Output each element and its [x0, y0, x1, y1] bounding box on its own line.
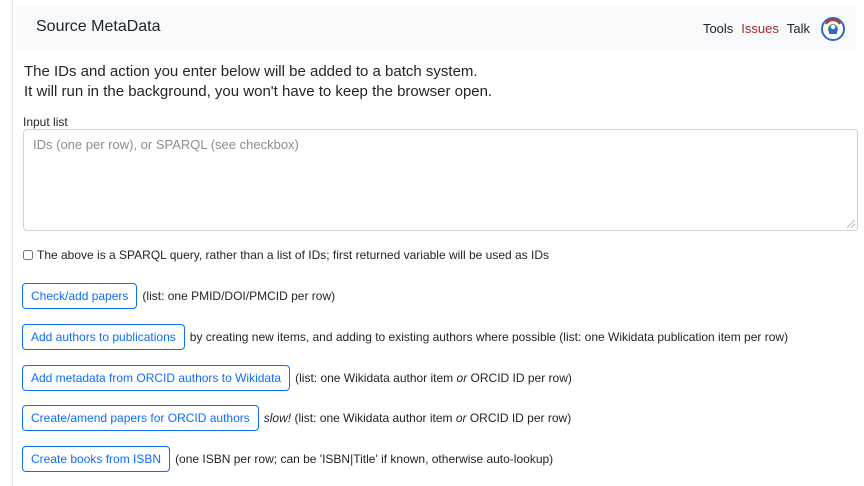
add-authors-button[interactable]: Add authors to publications: [22, 324, 185, 350]
action-row-isbn-books: Create books from ISBN (one ISBN per row…: [22, 446, 553, 472]
resize-handle-icon[interactable]: [847, 220, 855, 228]
input-list-label: Input list: [23, 115, 68, 129]
create-isbn-books-button[interactable]: Create books from ISBN: [22, 446, 171, 472]
action-row-check-papers: Check/add papers (list: one PMID/DOI/PMC…: [22, 283, 335, 309]
app-title[interactable]: Source MetaData: [36, 18, 161, 36]
desc-text: ORCID ID per row): [466, 411, 572, 425]
create-isbn-books-desc: (one ISBN per row; can be 'ISBN|Title' i…: [175, 452, 554, 466]
desc-text: (list: one Wikidata author item: [295, 371, 457, 385]
add-orcid-metadata-button[interactable]: Add metadata from ORCID authors to Wikid…: [22, 365, 291, 391]
nav-links: Tools Issues Talk: [695, 12, 846, 44]
navbar: Source MetaData Tools Issues Talk: [16, 6, 856, 50]
create-orcid-papers-button[interactable]: Create/amend papers for ORCID authors: [22, 405, 259, 431]
action-row-add-authors: Add authors to publications by creating …: [22, 324, 788, 350]
desc-slow: slow!: [263, 411, 292, 425]
nav-link-issues[interactable]: Issues: [741, 21, 779, 36]
sparql-checkbox[interactable]: [23, 250, 33, 260]
sparql-checkbox-label: The above is a SPARQL query, rather than…: [37, 248, 550, 262]
desc-or: or: [455, 411, 467, 425]
action-row-orcid-metadata: Add metadata from ORCID authors to Wikid…: [22, 365, 572, 391]
intro-line-1: The IDs and action you enter below will …: [24, 63, 478, 80]
nav-link-talk[interactable]: Talk: [787, 21, 810, 36]
intro-text: The IDs and action you enter below will …: [24, 62, 492, 102]
nav-link-tools[interactable]: Tools: [703, 21, 733, 36]
wikimedia-toolforge-logo-icon[interactable]: [820, 15, 846, 41]
add-authors-desc: by creating new items, and adding to exi…: [189, 330, 789, 344]
input-list-textarea[interactable]: [23, 129, 858, 231]
check-add-papers-desc: (list: one PMID/DOI/PMCID per row): [142, 289, 336, 303]
create-orcid-papers-desc: slow! (list: one Wikidata author item or…: [264, 411, 571, 425]
sparql-checkbox-row[interactable]: The above is a SPARQL query, rather than…: [23, 248, 549, 262]
add-orcid-metadata-desc: (list: one Wikidata author item or ORCID…: [295, 371, 572, 385]
desc-or: or: [456, 371, 468, 385]
action-row-orcid-papers: Create/amend papers for ORCID authors sl…: [22, 405, 571, 431]
intro-line-2: It will run in the background, you won't…: [24, 83, 493, 100]
desc-text: (list: one Wikidata author item: [291, 411, 456, 425]
desc-text: ORCID ID per row): [467, 371, 572, 385]
check-add-papers-button[interactable]: Check/add papers: [22, 283, 138, 309]
